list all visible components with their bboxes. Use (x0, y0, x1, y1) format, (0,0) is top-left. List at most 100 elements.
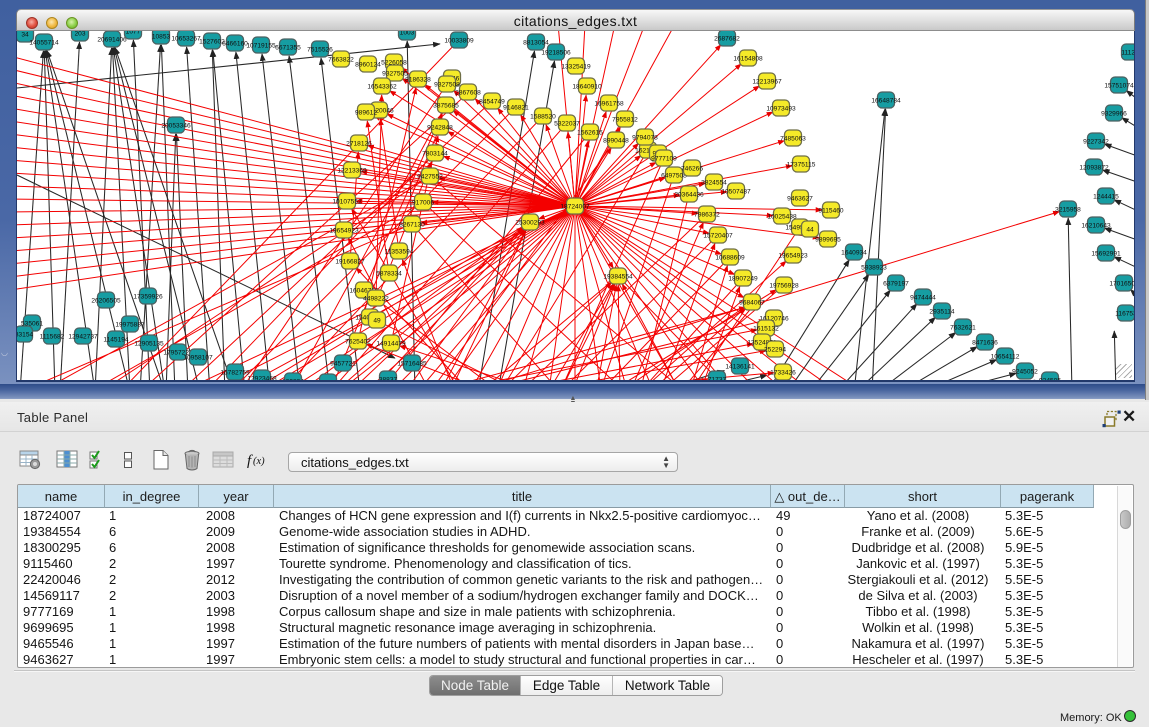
svg-text:9794078: 9794078 (632, 134, 658, 141)
svg-text:15720407: 15720407 (703, 232, 733, 239)
svg-text:1145194: 1145194 (103, 336, 129, 343)
svg-text:1244415: 1244415 (1093, 193, 1119, 200)
svg-text:9474444: 9474444 (910, 294, 936, 301)
svg-text:18724007: 18724007 (560, 203, 590, 210)
svg-text:8454749: 8454749 (479, 98, 505, 105)
svg-text:19384554: 19384554 (603, 273, 633, 280)
svg-text:17359926: 17359926 (133, 293, 163, 300)
svg-text:9463627: 9463627 (787, 195, 813, 202)
svg-text:3282: 3282 (321, 379, 336, 382)
svg-text:9242848: 9242848 (427, 124, 453, 131)
svg-text:9329966: 9329966 (1101, 110, 1127, 117)
svg-text:34: 34 (21, 31, 29, 38)
svg-text:746266: 746266 (681, 165, 703, 172)
svg-text:2687682: 2687682 (714, 35, 740, 42)
svg-text:16961758: 16961758 (594, 100, 624, 107)
svg-text:7515526: 7515526 (307, 46, 333, 53)
svg-text:10958107: 10958107 (183, 354, 213, 361)
svg-text:17016504: 17016504 (1109, 280, 1134, 287)
svg-text:12213967: 12213967 (752, 78, 782, 85)
svg-text:12923468: 12923468 (247, 375, 277, 382)
svg-text:19654923: 19654923 (778, 252, 808, 259)
svg-text:5322037: 5322037 (554, 120, 580, 127)
svg-text:9457721: 9457721 (330, 360, 356, 367)
svg-text:1640934: 1640934 (841, 249, 867, 256)
svg-text:9115460: 9115460 (818, 207, 844, 214)
svg-text:6671355: 6671355 (275, 44, 301, 51)
svg-text:10719155: 10719155 (246, 42, 276, 49)
svg-text:16648784: 16648784 (871, 97, 901, 104)
svg-text:71737: 71737 (708, 376, 727, 382)
svg-text:8186328: 8186328 (405, 76, 431, 83)
svg-text:26206505: 26206505 (91, 297, 121, 304)
svg-text:17375115: 17375115 (787, 161, 816, 168)
svg-text:11353594: 11353594 (385, 248, 414, 255)
svg-text:129234: 129234 (282, 378, 304, 382)
svg-text:12213369: 12213369 (337, 167, 367, 174)
svg-text:9327508: 9327508 (434, 81, 460, 88)
svg-text:(x): (x) (253, 456, 265, 467)
svg-text:2867608: 2867608 (455, 89, 481, 96)
svg-text:20364436: 20364436 (674, 191, 704, 198)
svg-text:20691406: 20691406 (97, 36, 127, 43)
svg-text:38837: 38837 (379, 376, 398, 382)
svg-text:1115682: 1115682 (40, 333, 65, 340)
svg-text:7663822: 7663822 (328, 56, 354, 63)
svg-text:10688609: 10688609 (715, 254, 745, 261)
svg-text:3215958: 3215958 (1055, 206, 1081, 213)
svg-text:10033809: 10033809 (444, 37, 474, 44)
svg-text:11121: 11121 (1121, 49, 1134, 56)
svg-text:8267130: 8267130 (399, 221, 425, 228)
svg-text:1077: 1077 (126, 31, 141, 35)
svg-text:25300293: 25300293 (515, 219, 545, 226)
svg-text:7632621: 7632621 (950, 324, 976, 331)
svg-text:9245052: 9245052 (1012, 368, 1038, 375)
svg-text:203: 203 (74, 31, 85, 37)
svg-text:10025438: 10025438 (767, 213, 797, 220)
svg-text:10653267: 10653267 (171, 35, 201, 42)
svg-text:49: 49 (373, 317, 381, 324)
svg-text:10973493: 10973493 (766, 105, 796, 112)
svg-text:3824554: 3824554 (701, 179, 727, 186)
svg-text:16782759: 16782759 (220, 369, 250, 376)
svg-text:14914479: 14914479 (376, 340, 406, 347)
svg-text:16210643: 16210643 (1081, 222, 1111, 229)
svg-text:7955812: 7955812 (612, 116, 638, 123)
svg-text:989612: 989612 (355, 109, 377, 116)
svg-text:6379197: 6379197 (883, 280, 909, 287)
svg-text:1003: 1003 (400, 31, 415, 36)
svg-text:5878334: 5878334 (376, 270, 402, 277)
svg-text:7625402: 7625402 (345, 338, 371, 345)
svg-text:10507487: 10507487 (721, 188, 751, 195)
svg-text:14055714: 14055714 (29, 39, 59, 46)
svg-text:19975887: 19975887 (115, 321, 145, 328)
svg-text:7986372: 7986372 (694, 211, 720, 218)
svg-text:10654112: 10654112 (991, 353, 1020, 360)
svg-text:8471636: 8471636 (972, 339, 998, 346)
svg-text:44: 44 (806, 226, 814, 233)
svg-text:1588520: 1588520 (530, 113, 556, 120)
svg-text:6466160: 6466160 (222, 40, 248, 47)
svg-text:12942737: 12942737 (68, 333, 98, 340)
svg-text:9777109: 9777109 (651, 155, 677, 162)
svg-text:9427552: 9427552 (417, 173, 443, 180)
svg-text:1733426: 1733426 (770, 369, 796, 376)
svg-text:16543362: 16543362 (367, 83, 397, 90)
svg-text:1562615: 1562615 (577, 129, 603, 136)
svg-text:14136141: 14136141 (725, 363, 755, 370)
svg-text:1615132: 1615132 (753, 325, 779, 332)
svg-text:18640910: 18640910 (572, 83, 602, 90)
svg-text:9684067: 9684067 (739, 299, 765, 306)
svg-text:116753: 116753 (1115, 310, 1134, 317)
svg-text:2935114: 2935114 (929, 308, 955, 315)
svg-text:3875685: 3875685 (433, 102, 459, 109)
svg-text:917006: 917006 (412, 199, 434, 206)
svg-text:18907249: 18907249 (728, 275, 758, 282)
svg-text:12093872: 12093872 (1079, 164, 1109, 171)
svg-text:19654923: 19654923 (329, 227, 359, 234)
svg-text:12905135: 12905135 (134, 340, 164, 347)
svg-text:5938923: 5938923 (861, 264, 887, 271)
svg-text:20053346: 20053346 (161, 122, 191, 129)
svg-text:19756928: 19756928 (769, 282, 799, 289)
svg-text:4498222: 4498222 (363, 295, 389, 302)
